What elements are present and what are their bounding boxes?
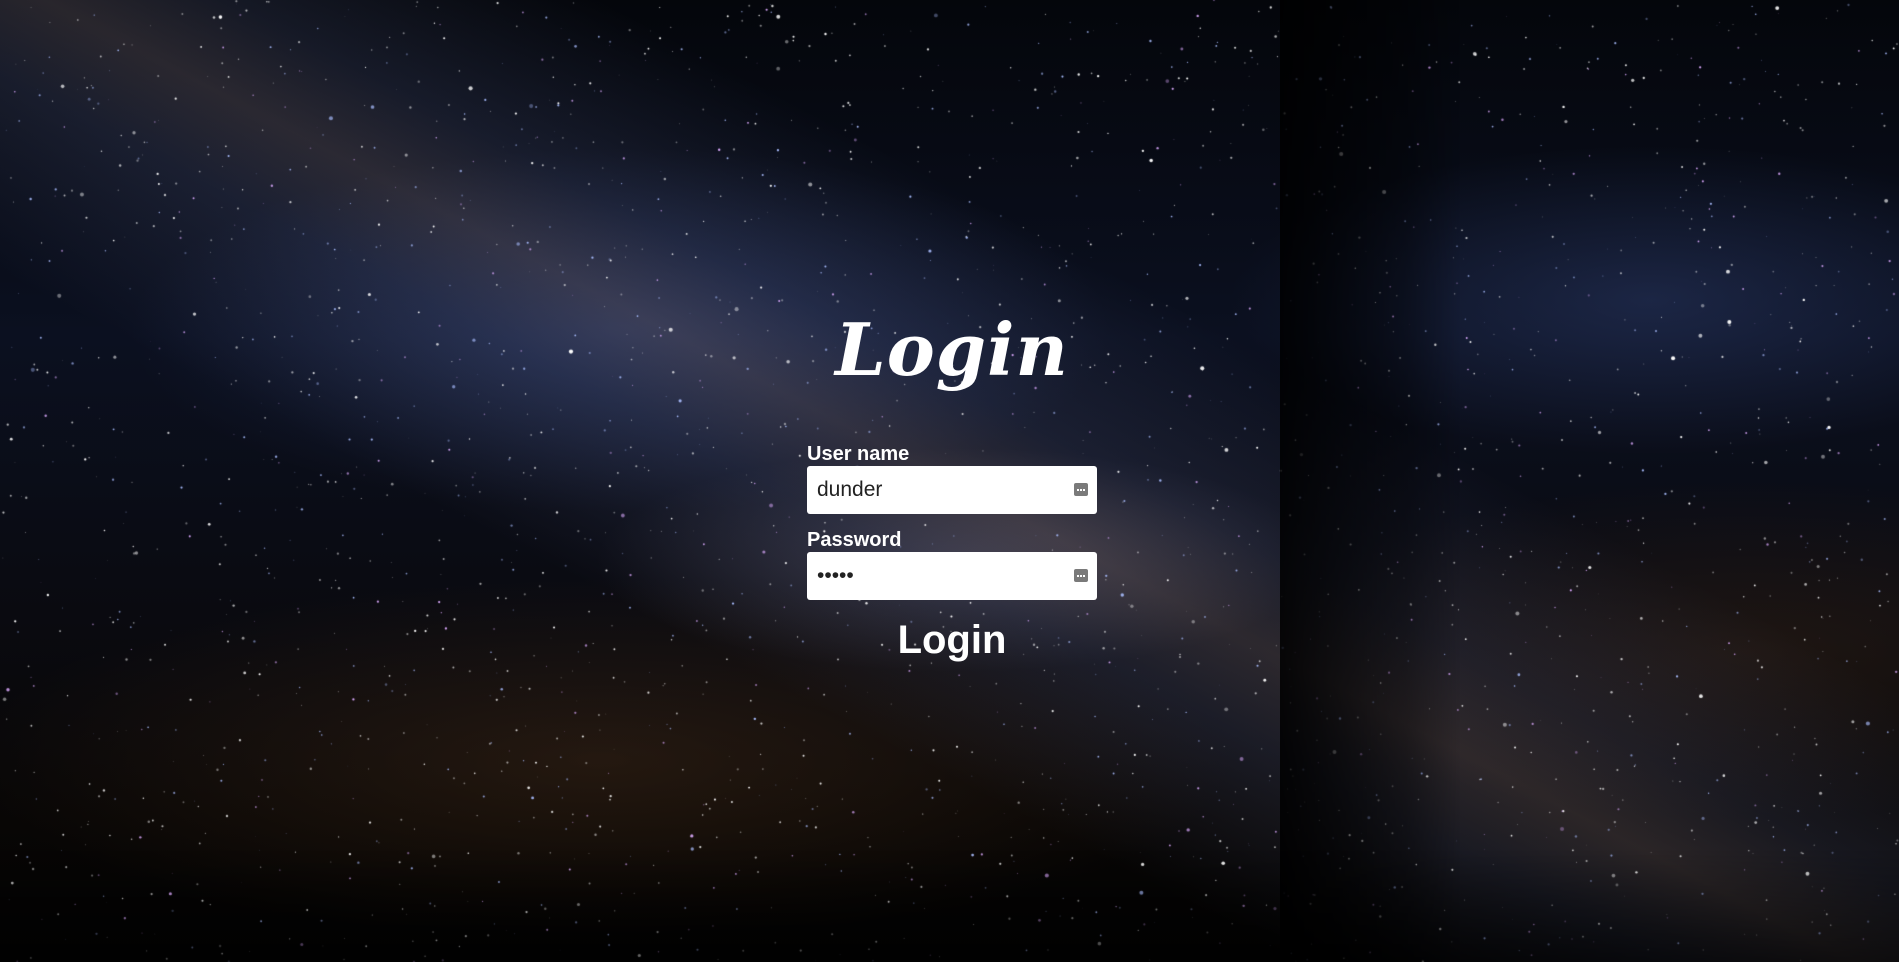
password-label: Password	[807, 529, 902, 551]
login-page-background: Login User name Password Login	[0, 0, 1899, 962]
username-field-container	[807, 466, 1097, 514]
password-manager-icon[interactable]	[1074, 569, 1088, 582]
login-button[interactable]: Login	[894, 618, 1011, 662]
username-input[interactable]	[807, 466, 1057, 514]
page-title: Login	[835, 307, 1069, 392]
password-manager-icon[interactable]	[1074, 483, 1088, 496]
login-form: Login User name Password Login	[807, 300, 1097, 662]
password-field-container	[807, 552, 1097, 600]
background-seam	[1280, 0, 1460, 962]
background-bottom-fade	[0, 850, 1899, 962]
username-label: User name	[807, 443, 910, 465]
password-input[interactable]	[807, 552, 1057, 600]
